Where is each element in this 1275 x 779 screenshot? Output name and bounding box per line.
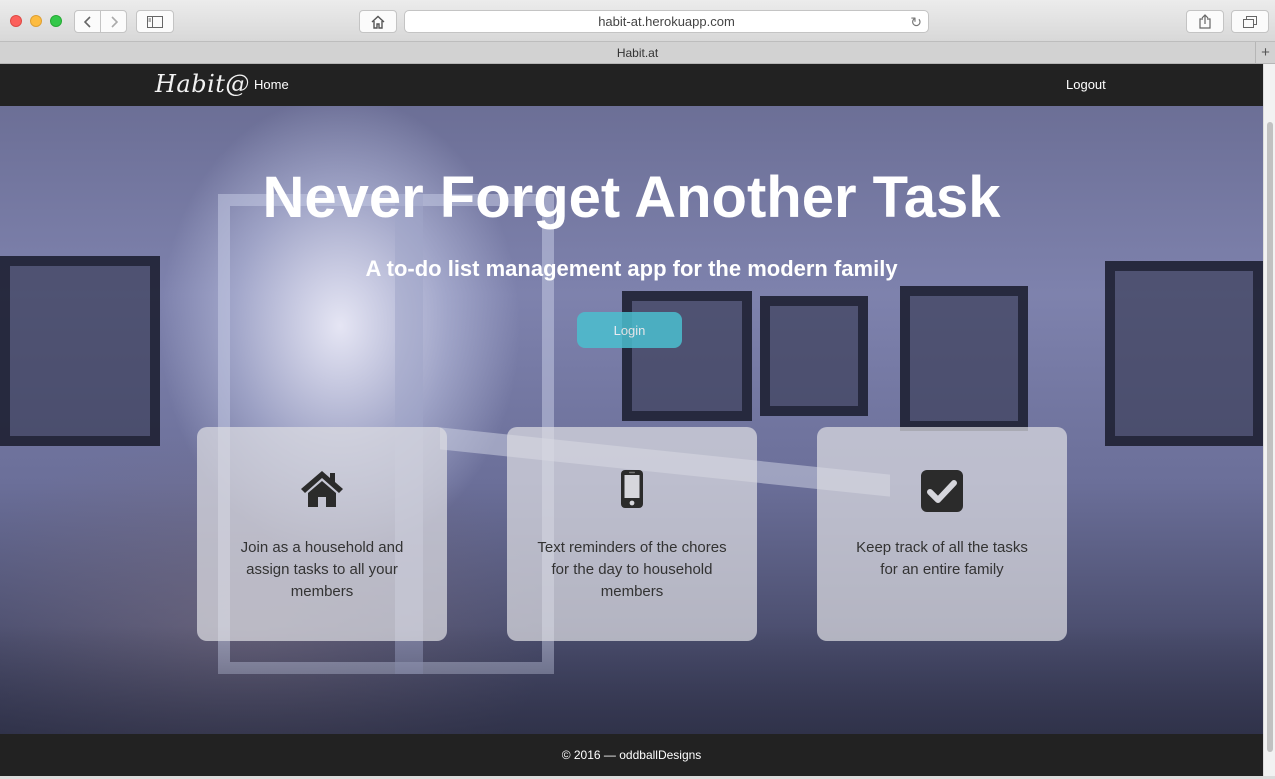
- brand-logo[interactable]: Habit@: [155, 70, 250, 98]
- tabs-overview-icon: [1243, 15, 1257, 28]
- mobile-phone-icon: [507, 469, 757, 509]
- footer-copyright: © 2016 — oddballDesigns: [561, 748, 702, 762]
- browser-home-button[interactable]: [359, 10, 397, 33]
- checkbox-checked-icon: [817, 469, 1067, 513]
- sidebar-icon: [147, 15, 163, 28]
- bg-picture-frame: [760, 296, 868, 416]
- close-window-button[interactable]: [10, 15, 22, 27]
- share-button[interactable]: [1186, 10, 1224, 33]
- plus-icon: +: [1261, 44, 1270, 61]
- site-footer: © 2016 — oddballDesigns: [0, 734, 1263, 776]
- bg-picture-frame: [900, 286, 1028, 431]
- reload-icon[interactable]: ↻: [910, 14, 922, 31]
- nav-logout-link[interactable]: Logout: [1066, 77, 1106, 92]
- tab-bar: Habit.at +: [0, 42, 1275, 64]
- feature-text: Join as a household and assign tasks to …: [240, 539, 404, 600]
- chevron-left-icon: [83, 15, 91, 28]
- bg-picture-frame: [0, 256, 160, 446]
- forward-button[interactable]: [101, 11, 126, 32]
- page-scrollbar[interactable]: [1263, 64, 1275, 776]
- hero-subtitle: A to-do list management app for the mode…: [365, 256, 898, 281]
- bg-picture-frame: [1105, 261, 1263, 446]
- bg-picture-frame: [622, 291, 752, 421]
- bg-floor-shadow: [0, 626, 1263, 734]
- chevron-right-icon: [110, 15, 118, 28]
- scrollbar-thumb[interactable]: [1267, 122, 1273, 752]
- feature-card-household: Join as a household and assign tasks to …: [197, 427, 447, 641]
- new-tab-button[interactable]: +: [1255, 42, 1275, 63]
- history-nav: [74, 10, 127, 33]
- url-text: habit-at.herokuapp.com: [598, 14, 735, 29]
- hero-section: Never Forget Another Task A to-do list m…: [0, 106, 1263, 734]
- feature-card-tracking: Keep track of all the tasks for an entir…: [817, 427, 1067, 641]
- sidebar-toggle-button[interactable]: [136, 10, 174, 33]
- tab-active[interactable]: Habit.at: [617, 46, 658, 60]
- zoom-window-button[interactable]: [50, 15, 62, 27]
- browser-toolbar: habit-at.herokuapp.com ↻: [0, 0, 1275, 42]
- show-tabs-button[interactable]: [1231, 10, 1269, 33]
- share-icon: [1199, 14, 1211, 29]
- back-button[interactable]: [75, 11, 101, 32]
- home-icon: [197, 469, 447, 509]
- feature-text: Keep track of all the tasks for an entir…: [856, 539, 1028, 578]
- house-icon: [371, 15, 385, 29]
- page-viewport: Habit@ Home Logout Never Forget Another …: [0, 64, 1263, 776]
- login-button[interactable]: Login: [577, 312, 682, 348]
- feature-card-reminders: Text reminders of the chores for the day…: [507, 427, 757, 641]
- address-bar[interactable]: habit-at.herokuapp.com ↻: [404, 10, 929, 33]
- hero-title: Never Forget Another Task: [262, 165, 1001, 230]
- feature-text: Text reminders of the chores for the day…: [537, 539, 727, 600]
- minimize-window-button[interactable]: [30, 15, 42, 27]
- site-navbar: Habit@ Home Logout: [0, 64, 1263, 106]
- nav-home-link[interactable]: Home: [254, 77, 289, 92]
